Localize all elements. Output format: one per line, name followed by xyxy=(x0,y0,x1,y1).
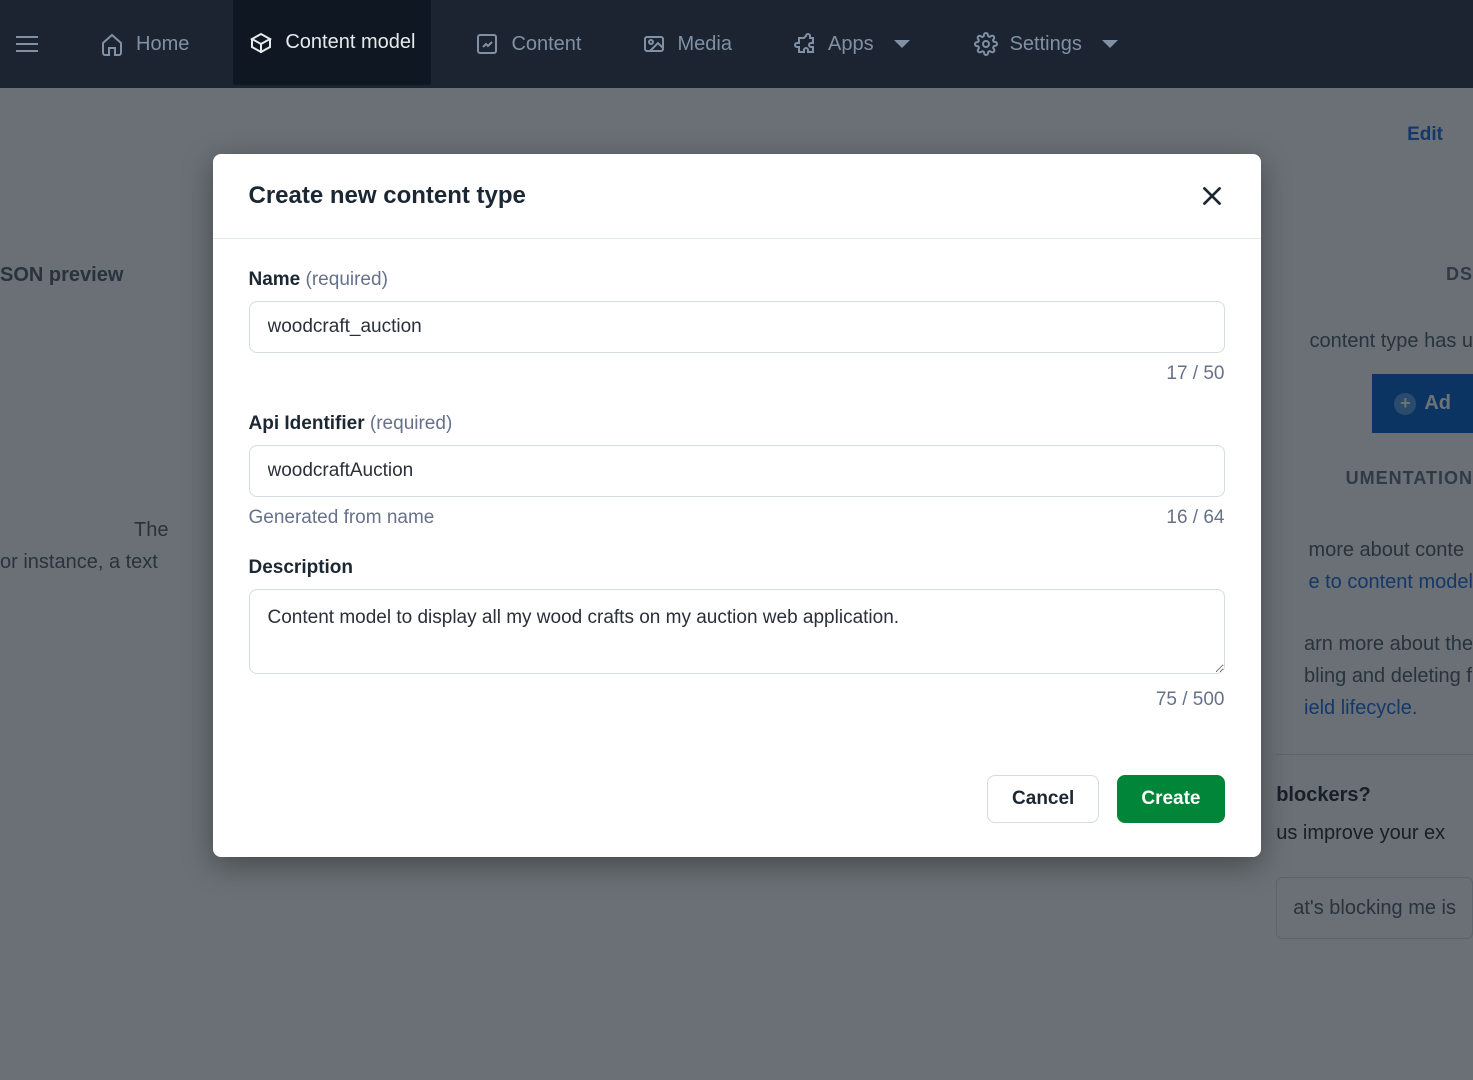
box-icon xyxy=(249,31,273,55)
nav-media-label: Media xyxy=(678,33,732,56)
create-content-type-modal: Create new content type Name (required) … xyxy=(213,154,1261,857)
description-label: Description xyxy=(249,557,1225,579)
api-counter: 16 / 64 xyxy=(1166,507,1224,529)
name-input[interactable] xyxy=(249,301,1225,353)
edit-icon xyxy=(475,32,499,56)
top-nav: Home Content model Content Media Apps Se… xyxy=(0,0,1473,88)
nav-settings[interactable]: Settings xyxy=(958,0,1138,88)
nav-apps[interactable]: Apps xyxy=(776,0,930,88)
description-textarea[interactable] xyxy=(249,589,1225,674)
api-identifier-label: Api Identifier (required) xyxy=(249,413,1225,435)
nav-content[interactable]: Content xyxy=(459,0,597,88)
description-group: Description 75 / 500 xyxy=(249,557,1225,711)
modal-footer: Cancel Create xyxy=(213,749,1261,857)
home-icon xyxy=(100,32,124,56)
nav-media[interactable]: Media xyxy=(626,0,748,88)
nav-apps-label: Apps xyxy=(828,33,874,56)
api-identifier-input[interactable] xyxy=(249,445,1225,497)
nav-home[interactable]: Home xyxy=(84,0,205,88)
close-icon[interactable] xyxy=(1199,183,1225,209)
name-label: Name (required) xyxy=(249,269,1225,291)
nav-content-model-label: Content model xyxy=(285,31,415,54)
name-counter: 17 / 50 xyxy=(1166,363,1224,385)
nav-settings-label: Settings xyxy=(1010,33,1082,56)
puzzle-icon xyxy=(792,32,816,56)
modal-title: Create new content type xyxy=(249,182,526,210)
chevron-down-icon xyxy=(1098,32,1122,56)
nav-content-model[interactable]: Content model xyxy=(233,0,431,88)
media-icon xyxy=(642,32,666,56)
nav-home-label: Home xyxy=(136,33,189,56)
description-counter: 75 / 500 xyxy=(1156,689,1225,711)
cancel-button[interactable]: Cancel xyxy=(987,775,1099,823)
menu-hamburger-icon[interactable] xyxy=(16,30,44,58)
nav-content-label: Content xyxy=(511,33,581,56)
api-identifier-group: Api Identifier (required) Generated from… xyxy=(249,413,1225,529)
modal-header: Create new content type xyxy=(213,154,1261,239)
create-button[interactable]: Create xyxy=(1117,775,1224,823)
name-group: Name (required) 17 / 50 xyxy=(249,269,1225,385)
gear-icon xyxy=(974,32,998,56)
modal-body: Name (required) 17 / 50 Api Identifier (… xyxy=(213,239,1261,749)
chevron-down-icon xyxy=(890,32,914,56)
api-helper-text: Generated from name xyxy=(249,507,435,529)
